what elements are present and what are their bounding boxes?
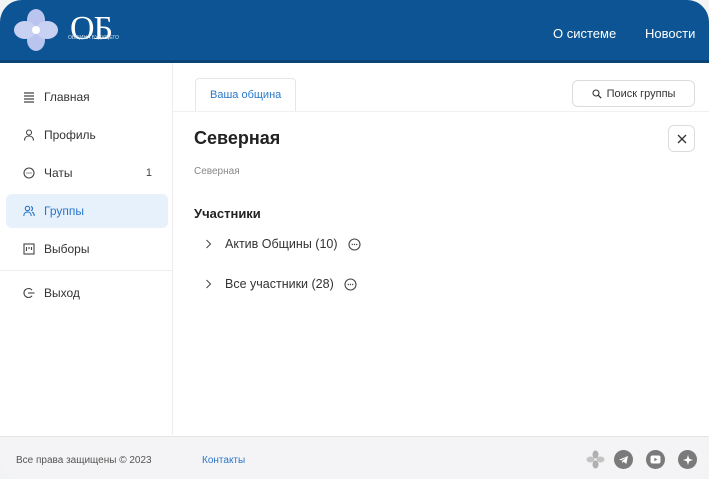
- sidebar-item-profile[interactable]: Профиль: [6, 118, 168, 152]
- app-window: ОБ ОБЩИНА БУДУЩЕГО О системе Новости Гла…: [0, 0, 709, 479]
- sidebar-item-chats[interactable]: Чаты 1: [6, 156, 168, 190]
- sidebar-divider: [0, 270, 172, 271]
- tab-your-community[interactable]: Ваша община: [195, 78, 297, 111]
- flower-logo-icon: [14, 9, 58, 51]
- ballot-icon: [22, 242, 36, 256]
- group-row-all[interactable]: Все участники (28): [205, 273, 358, 295]
- logo-flower-icon[interactable]: [586, 450, 605, 469]
- logo-text: ОБ: [70, 10, 113, 47]
- chat-icon: [22, 166, 36, 180]
- group-label: Все участники (28): [225, 277, 334, 291]
- sidebar-item-elections[interactable]: Выборы: [6, 232, 168, 266]
- sidebar-item-label: Главная: [44, 90, 90, 104]
- copyright-text: Все права защищены © 2023: [16, 455, 152, 466]
- sidebar-item-label: Профиль: [44, 128, 96, 142]
- sidebar-item-logout[interactable]: Выход: [6, 276, 168, 310]
- chats-count-badge: 1: [145, 167, 152, 179]
- user-icon: [22, 128, 36, 142]
- group-icon: [22, 204, 36, 218]
- search-group-label: Поиск группы: [606, 87, 676, 100]
- logout-icon: [22, 286, 36, 300]
- group-row-active[interactable]: Актив Общины (10): [205, 233, 362, 255]
- youtube-icon[interactable]: [646, 450, 665, 469]
- sidebar: Главная Профиль Чаты 1 Группы Выборы Вых…: [0, 63, 173, 435]
- page-subtitle: Северная: [194, 166, 240, 177]
- nav-news-link[interactable]: Новости: [645, 26, 695, 41]
- logo-subtitle: ОБЩИНА БУДУЩЕГО: [68, 35, 119, 41]
- top-header: ОБ ОБЩИНА БУДУЩЕГО О системе Новости: [0, 0, 709, 63]
- sidebar-item-label: Чаты: [44, 166, 73, 180]
- group-chat-icon[interactable]: [344, 277, 358, 291]
- tab-bar: Ваша община Поиск группы: [173, 63, 709, 112]
- members-section-title: Участники: [194, 206, 261, 221]
- footer: Все права защищены © 2023 Контакты: [0, 436, 709, 479]
- page-title: Северная: [194, 128, 281, 148]
- sidebar-item-label: Выход: [44, 286, 80, 300]
- close-icon: [677, 134, 686, 143]
- telegram-icon[interactable]: [614, 450, 633, 469]
- sidebar-item-groups[interactable]: Группы: [6, 194, 168, 228]
- close-button[interactable]: [668, 125, 695, 152]
- nav-about-link[interactable]: О системе: [553, 26, 616, 41]
- sidebar-item-label: Группы: [44, 204, 84, 218]
- group-chat-icon[interactable]: [347, 237, 362, 251]
- sidebar-item-label: Выборы: [44, 242, 90, 256]
- home-list-icon: [22, 90, 36, 104]
- contacts-link[interactable]: Контакты: [202, 455, 245, 466]
- group-label: Актив Общины (10): [225, 237, 338, 251]
- chevron-right-icon: [205, 239, 217, 249]
- search-group-button[interactable]: Поиск группы: [572, 80, 695, 107]
- search-icon: [592, 88, 602, 99]
- chevron-right-icon: [205, 279, 217, 289]
- vk-icon[interactable]: [678, 450, 697, 469]
- site-logo[interactable]: ОБ ОБЩИНА БУДУЩЕГО: [6, 8, 126, 52]
- sidebar-item-home[interactable]: Главная: [6, 80, 168, 114]
